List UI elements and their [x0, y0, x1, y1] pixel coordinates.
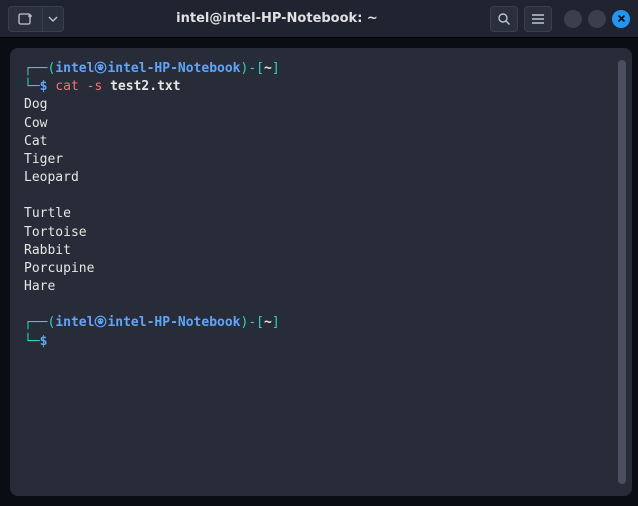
hamburger-icon	[531, 13, 545, 25]
prompt-line-1-bottom: └─$ cat -s test2.txt	[24, 78, 616, 96]
new-tab-icon	[18, 12, 34, 26]
new-tab-button[interactable]	[8, 6, 42, 32]
search-button[interactable]	[490, 6, 518, 32]
output-line: Dog	[24, 96, 616, 114]
window-controls	[564, 10, 630, 28]
kali-skull-icon	[94, 315, 107, 328]
maximize-button[interactable]	[588, 10, 606, 28]
terminal-container: ┌──(intelintel-HP-Notebook)-[~]└─$ cat -…	[0, 38, 638, 506]
output-line: Cat	[24, 133, 616, 151]
command-text: cat -s	[55, 79, 102, 94]
menu-button[interactable]	[524, 6, 552, 32]
scrollbar[interactable]	[616, 60, 626, 484]
scrollbar-thumb[interactable]	[618, 60, 626, 484]
output-line: Cow	[24, 115, 616, 133]
terminal-content: ┌──(intelintel-HP-Notebook)-[~]└─$ cat -…	[24, 60, 616, 484]
output-line: Porcupine	[24, 260, 616, 278]
output-line: Hare	[24, 278, 616, 296]
output-line: Tiger	[24, 151, 616, 169]
output-line: Rabbit	[24, 242, 616, 260]
prompt-line-1-top: ┌──(intelintel-HP-Notebook)-[~]	[24, 60, 616, 78]
new-tab-dropdown-button[interactable]	[42, 6, 64, 32]
minimize-button[interactable]	[564, 10, 582, 28]
output-line: Turtle	[24, 205, 616, 223]
prompt-line-2-bottom: └─$	[24, 333, 616, 351]
kali-skull-icon	[94, 61, 107, 74]
prompt-line-2-top: ┌──(intelintel-HP-Notebook)-[~]	[24, 314, 616, 332]
output-line: Leopard	[24, 169, 616, 187]
close-icon	[617, 14, 626, 23]
blank-line	[24, 296, 616, 314]
output-line	[24, 187, 616, 205]
output-line: Tortoise	[24, 224, 616, 242]
titlebar-right-group	[490, 6, 630, 32]
titlebar-left-group	[8, 6, 64, 32]
search-icon	[497, 12, 511, 26]
chevron-down-icon	[48, 16, 58, 22]
window-title: intel@intel-HP-Notebook: ~	[70, 11, 484, 26]
titlebar: intel@intel-HP-Notebook: ~	[0, 0, 638, 38]
close-button[interactable]	[612, 10, 630, 28]
command-arg: test2.txt	[110, 79, 180, 94]
terminal[interactable]: ┌──(intelintel-HP-Notebook)-[~]└─$ cat -…	[10, 48, 632, 496]
